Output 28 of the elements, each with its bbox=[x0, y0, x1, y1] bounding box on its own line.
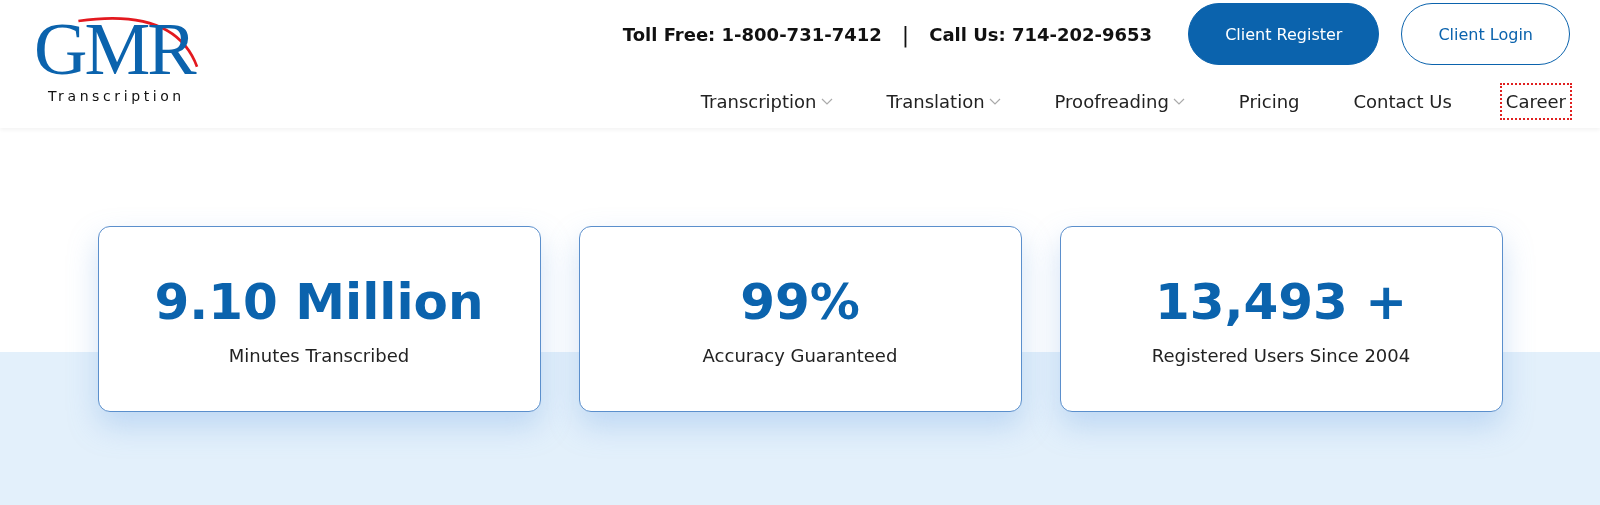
stat-label: Minutes Transcribed bbox=[228, 344, 410, 366]
nav-link[interactable]: Transcription bbox=[696, 85, 837, 118]
login-button[interactable]: Client Login bbox=[1401, 3, 1570, 65]
nav-link[interactable]: Career bbox=[1501, 85, 1570, 118]
nav-label: Translation bbox=[886, 91, 985, 112]
stat-label: Registered Users Since 2004 bbox=[1151, 344, 1411, 366]
register-button[interactable]: Client Register bbox=[1188, 3, 1380, 65]
stat-value: 99% bbox=[740, 272, 860, 331]
nav-link[interactable]: Contact Us bbox=[1349, 85, 1456, 118]
toll-free-number: Toll Free: 1-800-731-7412 bbox=[622, 23, 882, 45]
nav-label: Proofreading bbox=[1054, 91, 1169, 112]
nav-label: Pricing bbox=[1238, 91, 1300, 112]
phone-number: Call Us: 714-202-9653 bbox=[929, 23, 1153, 45]
nav-link[interactable]: Proofreading bbox=[1050, 85, 1189, 118]
nav-label: Transcription bbox=[700, 91, 817, 112]
nav-label: Contact Us bbox=[1353, 91, 1452, 112]
chevron-down-icon bbox=[988, 97, 1001, 106]
chevron-down-icon bbox=[1172, 97, 1185, 106]
nav-label: Career bbox=[1505, 91, 1566, 112]
separator: | bbox=[901, 21, 910, 47]
nav-link[interactable]: Translation bbox=[882, 85, 1005, 118]
logo-tagline: Transcription bbox=[48, 88, 185, 104]
nav-link[interactable]: Pricing bbox=[1234, 85, 1304, 118]
stat-label: Accuracy Guaranteed bbox=[702, 344, 898, 366]
stat-value: 13,493 + bbox=[1154, 272, 1408, 331]
chevron-down-icon bbox=[820, 97, 833, 106]
stat-value: 9.10 Million bbox=[154, 272, 484, 331]
logo-wordmark[interactable]: GMR bbox=[34, 12, 194, 86]
